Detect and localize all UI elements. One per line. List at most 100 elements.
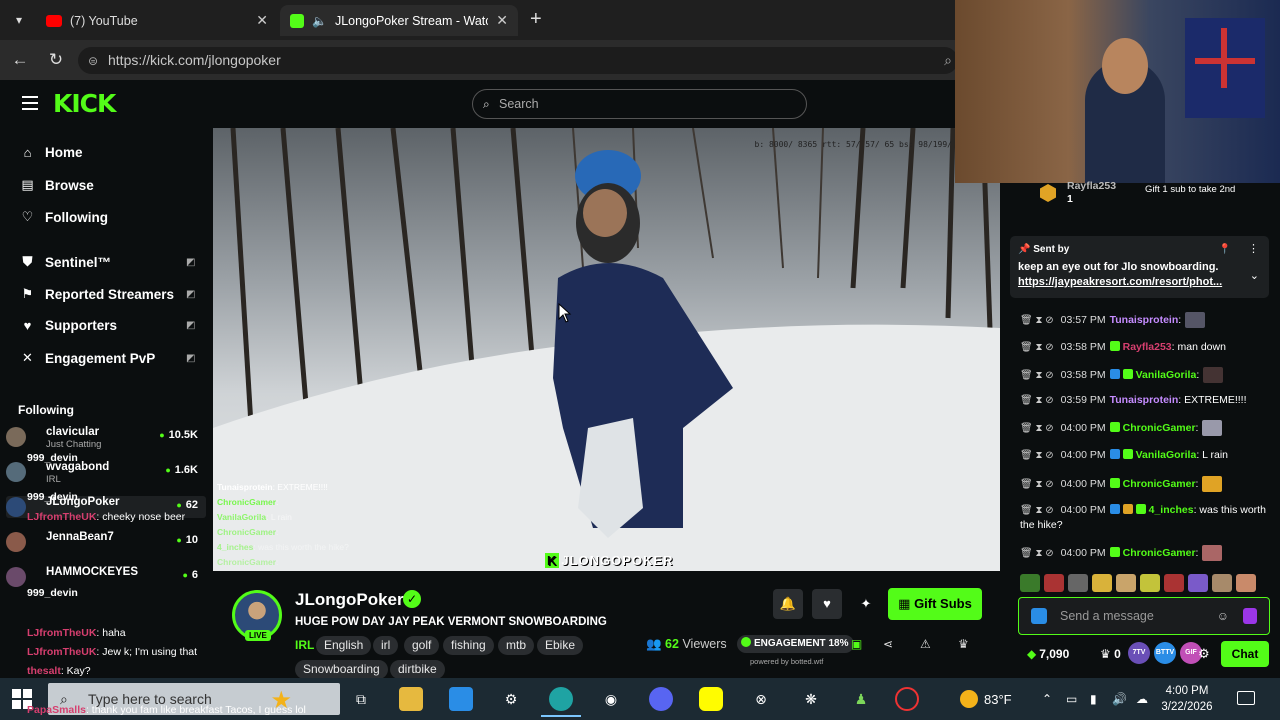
emote[interactable]: [1212, 574, 1232, 592]
pinned-message[interactable]: 📌 Sent by keep an eye out for Jlo snowbo…: [1010, 236, 1269, 298]
more-options-icon[interactable]: ⋮: [1248, 242, 1259, 255]
tab-list-chevron-icon[interactable]: ▾: [8, 9, 30, 31]
emote-picker-icon[interactable]: [1243, 608, 1257, 624]
sidebar-item-browse[interactable]: ▤ Browse: [20, 177, 93, 193]
chat-message[interactable]: 🗑 ⧗ ⊘ 04:00 PM ChronicGamer:: [1020, 476, 1270, 492]
weather-widget[interactable]: 83°F: [960, 690, 1012, 708]
mod-tools-icon[interactable]: 🗑 ⧗ ⊘: [1020, 450, 1054, 461]
follow-heart-icon[interactable]: ♥: [812, 589, 842, 619]
chat-message[interactable]: 🗑 ⧗ ⊘ 04:00 PM VanilaGorila: L rain: [1020, 448, 1270, 463]
mod-tools-icon[interactable]: 🗑 ⧗ ⊘: [1020, 505, 1054, 516]
search-input[interactable]: ⌕ Search: [472, 89, 807, 119]
emote[interactable]: [1236, 574, 1256, 592]
stream-category[interactable]: IRL: [295, 638, 314, 652]
emote[interactable]: [1116, 574, 1136, 592]
chat-message[interactable]: 🗑 ⧗ ⊘ 04:00 PM ChronicGamer:: [1020, 545, 1270, 561]
chevron-down-icon[interactable]: ⌄: [1250, 269, 1259, 282]
menu-icon[interactable]: [22, 96, 38, 110]
network-icon[interactable]: ☁: [1136, 692, 1148, 706]
chat-message[interactable]: 🗑 ⧗ ⊘ 03:59 PM Tunaisprotein: EXTREME!!!!: [1020, 393, 1270, 408]
video-player[interactable]: b: 8000/ 8365 rtt: 57/ 57/ 65 bs: 98/199…: [213, 128, 1000, 571]
tray-chevron-icon[interactable]: ⌃: [1042, 692, 1052, 706]
kick-logo[interactable]: KICK: [53, 89, 116, 118]
bits-count[interactable]: ♛ 0: [1100, 647, 1121, 661]
clip-icon[interactable]: ♛: [958, 637, 969, 651]
chat-message[interactable]: 🗑 ⧗ ⊘ 04:00 PM ChronicGamer:: [1020, 420, 1270, 436]
emote[interactable]: [1140, 574, 1160, 592]
stream-tag[interactable]: dirtbike: [390, 660, 445, 679]
chat-message[interactable]: 🗑 ⧗ ⊘ 03:57 PM Tunaisprotein:: [1020, 312, 1270, 328]
chat-message[interactable]: 🗑 ⧗ ⊘ 03:58 PM VanilaGorila:: [1020, 367, 1270, 383]
tab-kick[interactable]: 🔈 JLongoPoker Stream - Watch ✕: [280, 5, 518, 36]
sidebar-item-engagement-pvp[interactable]: ✕ Engagement PvP ◩: [20, 350, 195, 366]
stream-tag[interactable]: fishing: [443, 636, 494, 655]
emote[interactable]: [1020, 574, 1040, 592]
mod-tools-icon[interactable]: 🗑 ⧗ ⊘: [1020, 370, 1054, 381]
stream-tag[interactable]: mtb: [498, 636, 535, 655]
sidebar-item-supporters[interactable]: ♥ Supporters ◩: [20, 318, 196, 333]
tab-youtube[interactable]: (7) YouTube ✕: [36, 5, 278, 36]
emote[interactable]: [1068, 574, 1088, 592]
search-page-icon[interactable]: ⌕: [944, 47, 952, 74]
emote[interactable]: [1188, 574, 1208, 592]
close-tab-icon[interactable]: ✕: [256, 12, 268, 29]
mod-tools-icon[interactable]: 🗑 ⧗ ⊘: [1020, 479, 1054, 490]
sidebar-item-reported-streamers[interactable]: ⚑ Reported Streamers ◩: [20, 286, 196, 302]
sidebar-item-sentinel[interactable]: ⛊ Sentinel™ ◩: [20, 254, 196, 270]
system-clock[interactable]: 4:00 PM 3/22/2026: [1152, 683, 1222, 715]
settings-gear-icon[interactable]: ⚙: [1198, 646, 1210, 662]
file-explorer-icon[interactable]: [399, 687, 423, 711]
snapchat-icon[interactable]: [699, 687, 723, 711]
notification-bell-icon[interactable]: 🔔: [773, 589, 803, 619]
chat-message-input[interactable]: Send a message ☺: [1018, 597, 1270, 635]
report-icon[interactable]: ⚠: [920, 637, 931, 651]
app-icon[interactable]: ❋: [799, 687, 823, 711]
emoji-icon[interactable]: ☺: [1217, 598, 1229, 634]
recording-app-icon[interactable]: [895, 687, 919, 711]
stream-tag[interactable]: Snowboarding: [295, 660, 388, 679]
mod-tools-icon[interactable]: 🗑 ⧗ ⊘: [1020, 395, 1054, 406]
mod-tools-icon[interactable]: 🗑 ⧗ ⊘: [1020, 548, 1054, 559]
notification-center-icon[interactable]: [1237, 691, 1255, 705]
new-tab-icon[interactable]: +: [530, 8, 542, 31]
chat-send-button[interactable]: Chat: [1221, 641, 1269, 667]
stream-tag[interactable]: irl: [373, 636, 399, 655]
tray-app-icon[interactable]: ▭: [1066, 692, 1077, 706]
mod-tools-icon[interactable]: 🗑 ⧗ ⊘: [1020, 423, 1054, 434]
url-field[interactable]: ⊜ https://kick.com/jlongopoker ⌕: [78, 47, 958, 74]
chat-message[interactable]: 🗑 ⧗ ⊘ 04:00 PM 4_inches: was this worth th…: [1020, 503, 1270, 532]
sidebar-item-home[interactable]: ⌂ Home: [20, 145, 83, 160]
emote[interactable]: [1044, 574, 1064, 592]
unpin-icon[interactable]: 📍: [1219, 244, 1231, 255]
steam-icon[interactable]: ⚙: [499, 687, 523, 711]
store-icon[interactable]: [449, 687, 473, 711]
xbox-icon[interactable]: ⊗: [749, 687, 773, 711]
stream-tag[interactable]: English: [316, 636, 372, 655]
followed-channel[interactable]: wvagabond IRL 1.6K: [6, 461, 206, 485]
followed-channel[interactable]: HAMMOCKEYES 6: [6, 566, 206, 588]
close-tab-icon[interactable]: ✕: [496, 12, 508, 29]
task-view-icon[interactable]: ⧉: [349, 687, 373, 711]
emote[interactable]: [1092, 574, 1112, 592]
back-icon[interactable]: ←: [9, 49, 31, 71]
channel-name[interactable]: JLongoPoker: [295, 590, 404, 610]
sidebar-item-following[interactable]: ♡ Following: [20, 209, 108, 225]
pinned-link[interactable]: https://jaypeakresort.com/resort/phot...: [1018, 276, 1261, 288]
share-icon[interactable]: ⋖: [883, 637, 893, 651]
sparkle-icon[interactable]: ✦: [851, 589, 881, 619]
volume-icon[interactable]: 🔊: [1112, 692, 1127, 706]
emote[interactable]: [1164, 574, 1184, 592]
followed-channel[interactable]: JennaBean7 10: [6, 531, 206, 553]
stream-tag[interactable]: Ebike: [537, 636, 584, 655]
followed-channel[interactable]: clavicular Just Chatting 10.5K: [6, 426, 206, 450]
edge-icon[interactable]: [541, 687, 581, 717]
reload-icon[interactable]: ↻: [45, 49, 67, 71]
mod-tools-icon[interactable]: 🗑 ⧗ ⊘: [1020, 315, 1054, 326]
site-info-icon[interactable]: ⊜: [88, 48, 98, 75]
extension-bttv-icon[interactable]: BTTV: [1154, 642, 1176, 664]
extension-7tv-icon[interactable]: 7TV: [1128, 642, 1150, 664]
extension-icon[interactable]: ▣: [851, 637, 862, 651]
discord-icon[interactable]: [649, 687, 673, 711]
tray-device-icon[interactable]: ▮: [1090, 692, 1097, 706]
gift-subs-button[interactable]: ▦ Gift Subs: [888, 588, 982, 620]
